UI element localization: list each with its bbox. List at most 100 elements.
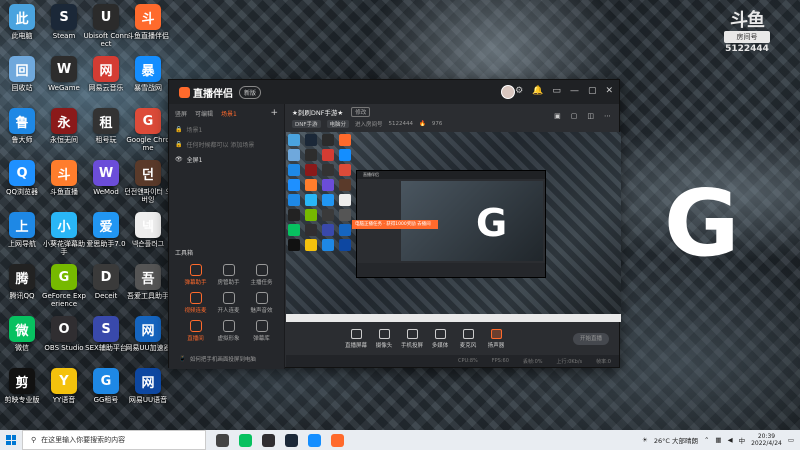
app-titlebar[interactable]: 直播伴侣 新版 ⚙ 🔔 ▭ — ▢ ✕ [169,80,619,104]
minimize-icon[interactable]: — [570,86,579,96]
toolbox-grid: 弹幕助手 房管助手 主播任务 视频连麦 开人连麦 魅声音效 直播间 虚拟形象 弹… [179,264,279,342]
uu-voice-icon: 网 [135,368,161,394]
live-preview[interactable]: 直播伴侣 电脑正播任务 · 获得1000奖励 去播间 G [286,132,621,322]
desktop-icon[interactable]: 斗斗鱼直播伴侣 [126,4,170,40]
start-button[interactable] [0,430,22,450]
microphone-button[interactable]: 麦克风 [454,329,482,349]
preview-netease-music-icon [322,149,334,161]
tool-room[interactable]: 直播间 [179,320,212,342]
gift-icon[interactable]: ▣ [554,112,561,120]
ime-icon[interactable]: 中 [739,435,746,445]
camera-button[interactable]: 摄像头 [370,329,398,349]
desktop-icon[interactable]: 던 던전앤파이터 오버잉 [124,160,172,204]
desktop-icon[interactable]: Y YY语音 [42,368,86,404]
network-icon[interactable]: ▦ [715,436,721,444]
desktop-icon[interactable]: D Deceit [84,264,128,300]
admin-icon [222,264,235,276]
task-toast[interactable]: 电脑正播任务 · 获得1000奖励 去播间 [352,220,438,229]
mini-mode-icon[interactable]: ▭ [552,86,561,96]
notification-icon[interactable]: ▭ [788,436,794,444]
desktop-icon-label: 斗鱼直播伴侣 [127,32,169,40]
scene-item[interactable]: 🔒 任何时候都可以 添加场景 [169,137,284,152]
multimedia-button[interactable]: 多媒体 [426,329,454,349]
taskbar-search[interactable]: ⚲ 在这里输入你要搜索的内容 [22,430,206,450]
tab-portrait[interactable]: 竖屏 [175,109,187,118]
desktop-icon[interactable]: 暴暴雪战网 [126,56,170,92]
desktop-icon[interactable]: 租租号玩 [84,108,128,144]
maximize-icon[interactable]: ▢ [588,86,597,96]
preview-qq-icon [288,209,300,221]
edit-title-button[interactable]: 修改 [351,107,371,117]
uu-icon: 网 [135,316,161,342]
category-tag[interactable]: DNF手游 [292,120,321,128]
wechat-task-icon[interactable] [239,433,252,447]
desktop-icon[interactable]: S Steam [42,4,86,40]
clock[interactable]: 20:39 2022/4/24 [751,433,782,447]
desktop-icon[interactable]: 腾腾讯QQ [0,264,44,300]
desktop-icon[interactable]: S SEX辅助平台 [84,316,128,352]
mobile-cast-tip[interactable]: 📱 如何把手机画面投屏到电脑 [179,355,256,363]
desktop-icon[interactable]: 网网易UU加速器 [125,316,171,352]
tab-scene1[interactable]: 场景1 [221,109,237,118]
scene-item-active[interactable]: 👁 全屏1 [169,152,284,167]
subcategory-tag[interactable]: 电脑分 [326,120,350,128]
screen-capture-button[interactable]: 直播屏幕 [342,329,370,349]
tool-danmu[interactable]: 弹幕助手 [179,264,212,286]
scene-item[interactable]: 🔒 场景1 [169,122,284,137]
desktop-icon[interactable]: G Google Chrome [126,108,170,152]
deceit-icon: D [93,264,119,290]
close-icon[interactable]: ✕ [605,86,613,96]
tool-danmu-lib[interactable]: 弹幕库 [245,320,278,342]
tool-video-link[interactable]: 视频连麦 [179,292,212,314]
chevron-up-icon[interactable]: ⌃ [704,436,709,444]
more-icon[interactable]: ⋯ [604,112,611,120]
record-icon[interactable]: ◫ [587,112,594,120]
tool-admin[interactable]: 房管助手 [212,264,245,286]
desktop-icon[interactable]: 永永恒无间 [42,108,86,144]
task-view-icon[interactable] [216,433,229,447]
desktop-icon[interactable]: 微微信 [0,316,44,352]
settings-icon[interactable]: ⚙ [515,86,523,96]
tool-tasks[interactable]: 主播任务 [245,264,278,286]
desktop-icon[interactable]: 斗斗鱼直播 [42,160,86,196]
desktop-icon[interactable]: 回回收站 [0,56,44,92]
desktop-icon[interactable]: 吾吾爱工具助手 [126,264,170,300]
desktop-icon[interactable]: 上上网导航 [0,212,44,248]
volume-icon[interactable]: ◀ [728,436,733,444]
desktop-icon[interactable]: 爱爱思助手7.0 [84,212,128,248]
bell-icon[interactable]: 🔔 [532,86,543,96]
desktop-icon[interactable]: W WeMod [84,160,128,196]
desktop-icon[interactable]: G GG租号 [84,368,128,404]
add-scene-icon[interactable]: + [270,108,278,118]
desktop-icon[interactable]: W WeGame [42,56,86,92]
obs-task-icon[interactable] [262,433,275,447]
desktop-icon[interactable]: Q QQ浏览器 [0,160,44,196]
desktop-icon[interactable]: 网网易UU语音 [126,368,170,404]
speaker-button[interactable]: 扬声器 [482,329,510,349]
weather-icon[interactable]: ☀ [642,436,648,444]
live-companion-window[interactable]: 直播伴侣 新版 ⚙ 🔔 ▭ — ▢ ✕ 竖屏 可编辑 场景1 + 🔒 场景1 🔒 任… [168,79,621,369]
phone-cast-button[interactable]: 手机投屏 [398,329,426,349]
screenshot-icon[interactable]: ▢ [571,112,578,120]
desktop-icon[interactable]: 小小葵花弹幕助手 [42,212,86,256]
desktop-icon[interactable]: 넥 넥슨플러그 [126,212,170,248]
desktop-icon[interactable]: 此此电脑 [0,4,44,40]
desktop-icon[interactable]: 鲁鲁大师 [0,108,44,144]
desktop-icon[interactable]: U Ubisoft Connect [84,4,128,48]
weather-text[interactable]: 26°C 大部晴朗 [654,435,698,445]
start-live-button[interactable]: 开始直播 [573,333,609,345]
douyu-task-icon[interactable] [331,433,344,447]
battlenet-task-icon[interactable] [308,433,321,447]
desktop-icon[interactable]: O OBS Studio [42,316,86,352]
avatar[interactable] [501,85,515,99]
version-badge[interactable]: 新版 [239,85,262,99]
desktop-icon[interactable]: 剪剪映专业版 [0,368,44,404]
tab-editable[interactable]: 可编辑 [195,109,213,118]
douyu-live-icon: 斗 [51,160,77,186]
tool-sound[interactable]: 魅声音效 [245,292,278,314]
tool-avatar[interactable]: 虚拟形象 [212,320,245,342]
desktop-icon[interactable]: G GeForce Experience [42,264,86,308]
desktop-icon[interactable]: 网网易云音乐 [84,56,128,92]
tool-multi-link[interactable]: 开人连麦 [212,292,245,314]
steam-task-icon[interactable] [285,433,298,447]
